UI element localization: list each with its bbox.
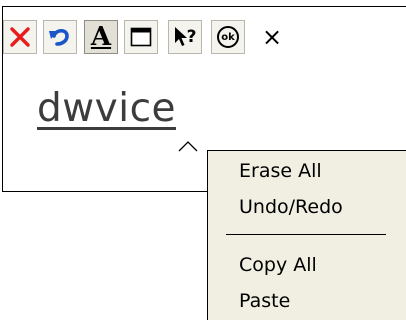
undo-button[interactable] <box>43 20 77 54</box>
recognized-word[interactable]: dwvice <box>37 89 176 128</box>
window-icon <box>130 27 152 47</box>
letter-a-icon: A <box>90 22 112 52</box>
help-button[interactable]: ? <box>168 20 202 54</box>
menu-separator <box>226 234 386 235</box>
menu-item-undo-redo[interactable]: Undo/Redo <box>239 198 343 217</box>
toolbar: A ? ok × <box>3 7 406 55</box>
context-menu: Erase All Undo/Redo Copy All Paste <box>207 150 406 320</box>
caret-up-icon[interactable] <box>177 137 199 156</box>
close-x-icon: × <box>261 23 283 51</box>
window-button[interactable] <box>124 20 158 54</box>
undo-arrow-icon <box>48 26 72 48</box>
ok-button[interactable]: ok <box>211 20 245 54</box>
menu-item-erase-all[interactable]: Erase All <box>239 162 322 181</box>
menu-item-copy-all[interactable]: Copy All <box>239 256 317 275</box>
close-edit-button[interactable] <box>3 20 37 54</box>
ok-circle-icon: ok <box>217 26 239 48</box>
close-button[interactable]: × <box>255 20 289 54</box>
text-format-button[interactable]: A <box>84 20 118 54</box>
menu-item-paste[interactable]: Paste <box>239 292 290 311</box>
red-x-icon <box>9 26 31 48</box>
help-cursor-icon: ? <box>174 26 196 48</box>
